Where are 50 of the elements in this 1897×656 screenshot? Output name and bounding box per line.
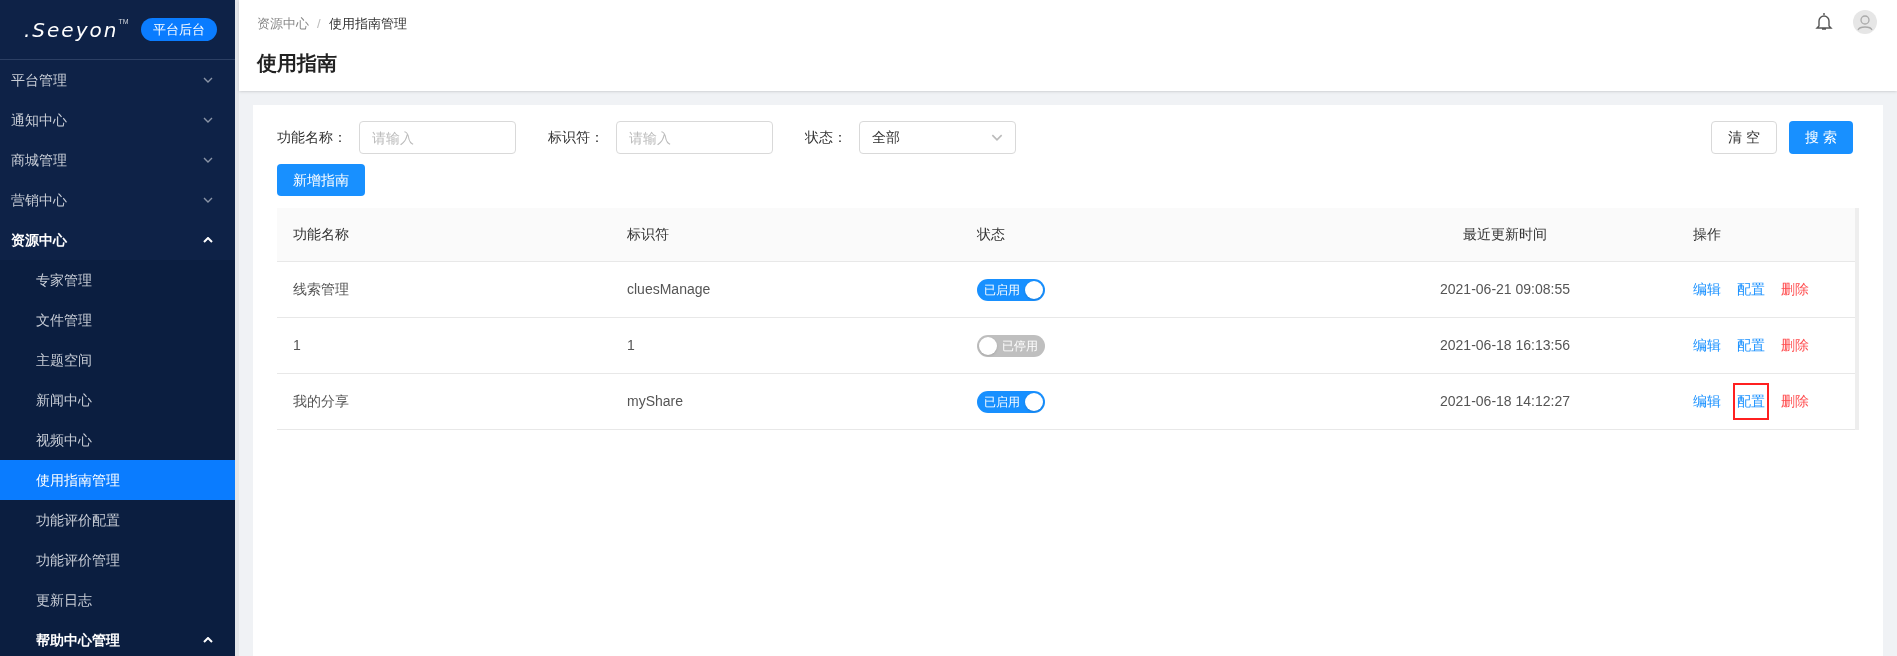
breadcrumb-separator: / xyxy=(317,15,321,33)
menu-item[interactable]: 功能评价管理 xyxy=(0,540,235,580)
table-cell: 1 xyxy=(293,337,301,353)
caret-down-icon xyxy=(203,77,213,83)
page-title: 使用指南 xyxy=(257,50,338,76)
menu-group[interactable]: 通知中心 xyxy=(0,100,235,140)
table-cell: 2021-06-21 09:08:55 xyxy=(1440,281,1570,297)
menu-item[interactable]: 更新日志 xyxy=(0,580,235,620)
menu-group[interactable]: 帮助中心管理 xyxy=(0,620,235,656)
caret-down-icon xyxy=(203,157,213,163)
breadcrumb-item: 使用指南管理 xyxy=(328,15,407,33)
input-field[interactable]: 请输入 xyxy=(359,121,516,154)
menu-item[interactable]: 功能评价配置 xyxy=(0,500,235,540)
menu-group[interactable]: 资源中心 xyxy=(0,220,235,260)
logo: .Seeyon xyxy=(24,16,119,44)
column-header: 功能名称 xyxy=(292,225,350,244)
caret-down-icon xyxy=(203,197,213,203)
menu-item[interactable]: 新闻中心 xyxy=(0,380,235,420)
table-cell: myShare xyxy=(627,393,684,409)
table-cell: 线索管理 xyxy=(293,281,349,297)
caret-down-icon xyxy=(203,117,213,123)
column-header: 最近更新时间 xyxy=(1462,225,1548,244)
table-cell: cluesManage xyxy=(627,281,711,297)
column-header: 状态 xyxy=(977,225,1006,244)
caret-down-icon xyxy=(991,134,1003,141)
status-select[interactable]: 全部 xyxy=(859,121,1016,154)
table-cell: 2021-06-18 14:12:27 xyxy=(1440,393,1570,409)
caret-up-icon xyxy=(203,237,213,243)
input-field[interactable]: 请输入 xyxy=(616,121,773,154)
filter-label: 状态： xyxy=(805,128,847,147)
table-cell: 我的分享 xyxy=(293,393,349,409)
menu-item[interactable]: 主题空间 xyxy=(0,340,235,380)
filter-label: 功能名称： xyxy=(277,128,347,147)
column-header: 标识符 xyxy=(627,225,670,244)
caret-up-icon xyxy=(203,637,213,643)
menu-group[interactable]: 营销中心 xyxy=(0,180,235,220)
platform-badge: 平台后台 xyxy=(140,17,217,42)
menu-group[interactable]: 平台管理 xyxy=(0,60,235,100)
table-cell: 1 xyxy=(627,337,635,353)
notification-bell-icon[interactable] xyxy=(1815,12,1833,32)
filter-label: 标识符： xyxy=(548,128,604,147)
clear-button[interactable]: 清 空 xyxy=(1711,121,1778,154)
table-cell: 2021-06-18 16:13:56 xyxy=(1440,337,1570,353)
menu-item[interactable]: 专家管理 xyxy=(0,260,235,300)
menu-item[interactable]: 文件管理 xyxy=(0,300,235,340)
column-header: 操作 xyxy=(1692,225,1722,244)
menu-item[interactable]: 使用指南管理 xyxy=(0,460,235,500)
breadcrumb-item[interactable]: 资源中心 xyxy=(257,14,309,34)
menu-item[interactable]: 视频中心 xyxy=(0,420,235,460)
menu-group[interactable]: 商城管理 xyxy=(0,140,235,180)
